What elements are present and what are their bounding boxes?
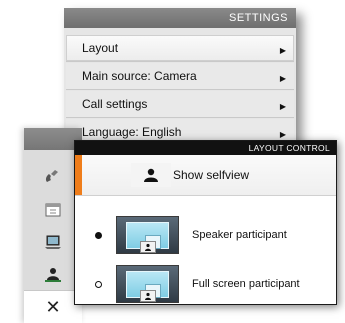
settings-header: SETTINGS bbox=[64, 8, 296, 28]
selfview-person-icon bbox=[45, 268, 61, 282]
layout-control-panel: LAYOUT CONTROL Show selfview Speaker par… bbox=[74, 140, 337, 305]
selfview-mini-icon bbox=[140, 290, 156, 302]
menu-item-call-settings[interactable]: Call settings ▶ bbox=[66, 91, 294, 118]
calendar-icon bbox=[45, 203, 61, 217]
show-selfview-button[interactable]: Show selfview bbox=[75, 155, 336, 196]
settings-title: SETTINGS bbox=[228, 12, 288, 24]
option-speaker-participant[interactable]: Speaker participant bbox=[75, 210, 336, 260]
menu-item-label: Layout bbox=[82, 41, 119, 55]
chevron-right-icon: ▶ bbox=[279, 45, 286, 55]
menu-item-main-source[interactable]: Main source: Camera ▶ bbox=[66, 63, 294, 90]
layout-control-header: LAYOUT CONTROL bbox=[75, 141, 336, 155]
chevron-right-icon: ▶ bbox=[279, 101, 286, 111]
speaker-layout-preview bbox=[116, 216, 179, 254]
selfview-thumbnail bbox=[131, 163, 171, 187]
layout-control-title: LAYOUT CONTROL bbox=[248, 143, 330, 153]
radio-button-checked[interactable] bbox=[95, 231, 102, 239]
show-selfview-label: Show selfview bbox=[173, 168, 250, 182]
menu-item-label: Call settings bbox=[82, 97, 148, 111]
person-icon bbox=[144, 168, 158, 182]
settings-panel: SETTINGS Layout ▶ Main source: Camera ▶ … bbox=[64, 8, 296, 148]
option-label: Speaker participant bbox=[192, 229, 287, 241]
menu-item-label: Main source: Camera bbox=[82, 69, 197, 83]
selfview-mini-icon bbox=[140, 241, 156, 253]
phone-icon bbox=[45, 170, 58, 182]
menu-item-layout[interactable]: Layout ▶ bbox=[66, 35, 294, 62]
tools-icon: ✕ bbox=[45, 296, 61, 317]
chevron-right-icon: ▶ bbox=[279, 73, 286, 83]
full-screen-layout-preview bbox=[116, 265, 179, 303]
option-full-screen-participant[interactable]: Full screen participant bbox=[75, 259, 336, 309]
menu-item-label: Language: English bbox=[82, 125, 182, 139]
laptop-icon bbox=[45, 235, 61, 249]
radio-button-unchecked[interactable] bbox=[95, 280, 102, 288]
option-label: Full screen participant bbox=[192, 278, 300, 290]
selection-accent bbox=[75, 155, 82, 195]
chevron-right-icon: ▶ bbox=[279, 129, 286, 139]
